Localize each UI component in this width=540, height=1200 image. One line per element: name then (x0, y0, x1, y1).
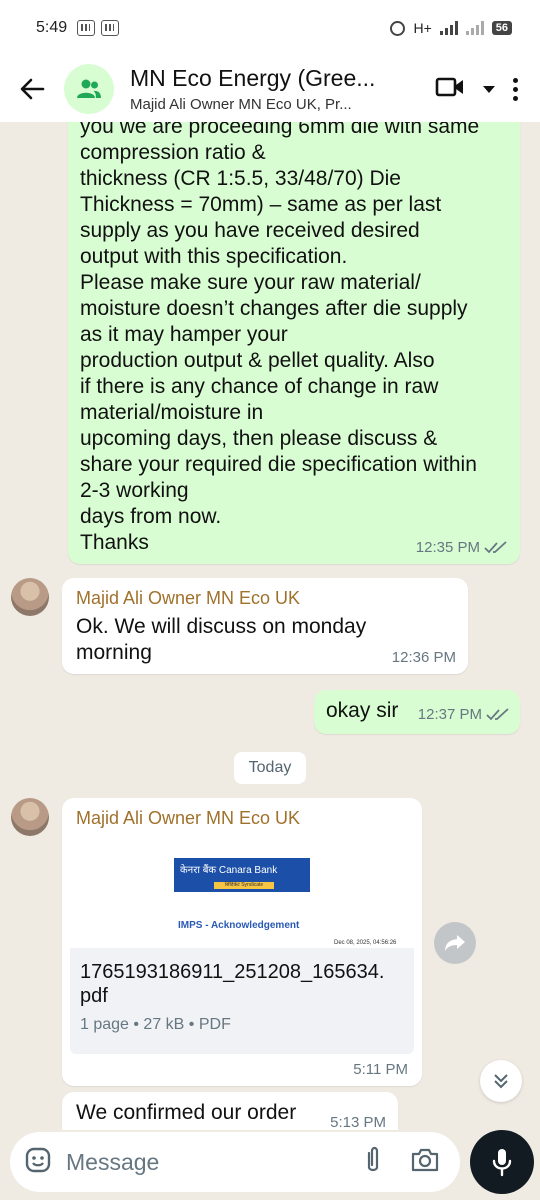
double-chevron-down-icon (494, 1074, 508, 1089)
sender-avatar[interactable] (11, 798, 49, 836)
message-time: 12:35 PM (415, 539, 480, 556)
message-time: 5:11 PM (353, 1061, 408, 1078)
message-placeholder: Message (66, 1148, 160, 1175)
pdf-date: Dec 08, 2025, 04:56:26 (334, 940, 397, 946)
message-text: We confirmed our order (76, 1101, 297, 1124)
chat-title: MN Eco Energy (Gree... (130, 65, 376, 91)
network-type: H+ (413, 20, 432, 36)
message-text: okay sir (326, 699, 399, 722)
sender-name[interactable]: Majid Ali Owner MN Eco UK (76, 808, 300, 829)
back-arrow-icon[interactable] (0, 56, 64, 122)
notification-icon (77, 20, 96, 36)
message-bubble-incoming[interactable]: We confirmed our order 5:13 PM (62, 1092, 398, 1130)
sender-name[interactable]: Majid Ali Owner MN Eco UK (76, 588, 300, 609)
chat-title-block[interactable]: MN Eco Energy (Gree... Majid Ali Owner M… (130, 65, 421, 113)
alarm-icon (390, 20, 406, 36)
signal-icon (439, 21, 458, 35)
forward-icon (445, 935, 465, 951)
pdf-heading: IMPS - Acknowledgement (178, 920, 300, 931)
video-call-icon[interactable] (435, 76, 465, 103)
message-text: Ok. We will discuss on monday morning (76, 615, 367, 664)
message-text: you we are proceeding 6mm die with same … (80, 122, 480, 554)
status-bar: 5:49 H+ 56 (0, 0, 540, 56)
file-meta: 1 page • 27 kB • PDF (80, 1016, 231, 1033)
bank-logo: केनरा बैंक Canara Bank सिंडिकेट Syndicat… (174, 858, 310, 892)
message-bubble-incoming[interactable]: Majid Ali Owner MN Eco UK Ok. We will di… (62, 578, 468, 674)
file-name: 1765193186911_251208_165634. pdf (80, 961, 385, 1007)
message-bubble-outgoing[interactable]: you we are proceeding 6mm die with same … (68, 122, 520, 564)
status-time: 5:49 (36, 19, 68, 36)
battery-icon: 56 (491, 21, 512, 35)
message-composer: Message (0, 1130, 540, 1200)
signal-icon (465, 21, 484, 35)
notification-icon (101, 20, 120, 36)
message-bubble-outgoing[interactable]: okay sir 12:37 PM (314, 690, 520, 734)
message-time: 12:37 PM (417, 706, 482, 723)
microphone-icon (492, 1149, 512, 1177)
chevron-down-icon[interactable] (483, 85, 495, 93)
date-separator: Today (234, 752, 306, 784)
forward-button[interactable] (434, 922, 476, 964)
paperclip-icon[interactable] (362, 1145, 384, 1180)
scroll-to-bottom-button[interactable] (480, 1060, 522, 1102)
camera-icon[interactable] (410, 1147, 440, 1178)
chat-header: MN Eco Energy (Gree... Majid Ali Owner M… (0, 56, 540, 122)
message-time: 12:36 PM (391, 649, 456, 666)
pdf-attachment[interactable]: 1765193186911_251208_165634. pdf 1 page … (70, 948, 414, 1054)
double-check-icon (484, 540, 507, 553)
pdf-thumbnail[interactable]: केनरा बैंक Canara Bank सिंडिकेट Syndicat… (70, 834, 414, 948)
sender-avatar[interactable] (11, 578, 49, 616)
group-avatar[interactable] (64, 64, 114, 114)
voice-record-button[interactable] (470, 1130, 534, 1194)
chat-participants: Majid Ali Owner MN Eco UK, Pr... (130, 96, 352, 113)
emoji-sticker-icon[interactable] (24, 1146, 52, 1179)
group-icon (77, 79, 101, 98)
message-input[interactable]: Message (10, 1132, 460, 1192)
message-time: 5:13 PM (330, 1114, 386, 1130)
double-check-icon (486, 707, 509, 720)
more-options-icon[interactable] (513, 77, 518, 101)
chat-area[interactable]: you we are proceeding 6mm die with same … (0, 122, 540, 1130)
